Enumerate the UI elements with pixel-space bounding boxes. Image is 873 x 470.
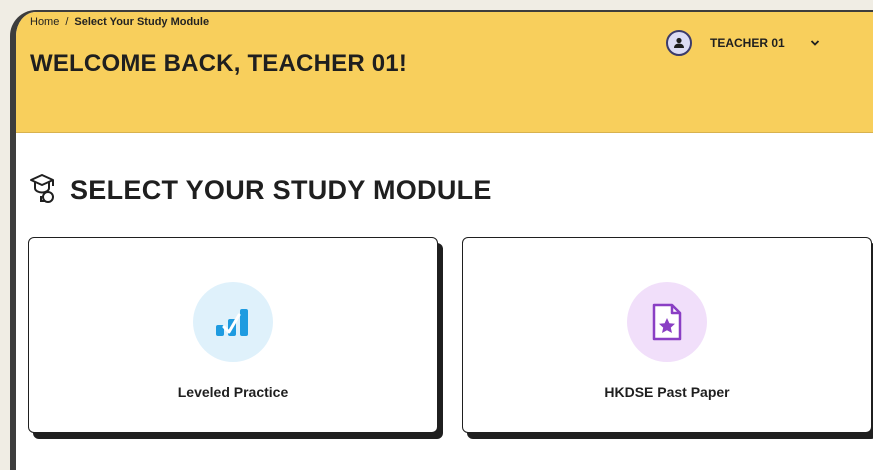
screen-frame: Home / Select Your Study Module WELCOME …: [0, 0, 873, 470]
user-name[interactable]: TEACHER 01: [710, 36, 785, 50]
bar-chart-check-icon: [193, 282, 273, 362]
breadcrumb-home-link[interactable]: Home: [30, 16, 59, 28]
graduation-cap-icon: [28, 172, 58, 209]
module-label: Leveled Practice: [177, 384, 289, 400]
section-title: SELECT YOUR STUDY MODULE: [70, 175, 492, 205]
section-header: SELECT YOUR STUDY MODULE: [28, 172, 492, 209]
module-card-leveled-practice[interactable]: Leveled Practice: [28, 237, 438, 433]
module-label: HKDSE Past Paper: [604, 384, 730, 400]
breadcrumb-separator: /: [65, 16, 69, 28]
header-banner: Home / Select Your Study Module WELCOME …: [16, 12, 873, 133]
user-menu[interactable]: TEACHER 01: [666, 30, 825, 56]
user-icon[interactable]: [666, 30, 692, 56]
breadcrumb-current: Select Your Study Module: [74, 16, 210, 28]
welcome-heading: WELCOME BACK, TEACHER 01!: [30, 50, 408, 77]
app-window: Home / Select Your Study Module WELCOME …: [10, 10, 873, 470]
chevron-down-icon[interactable]: [805, 33, 825, 53]
breadcrumb: Home / Select Your Study Module: [30, 16, 209, 28]
module-card-hkdse-past-paper[interactable]: HKDSE Past Paper: [462, 237, 872, 433]
document-star-icon: [627, 282, 707, 362]
